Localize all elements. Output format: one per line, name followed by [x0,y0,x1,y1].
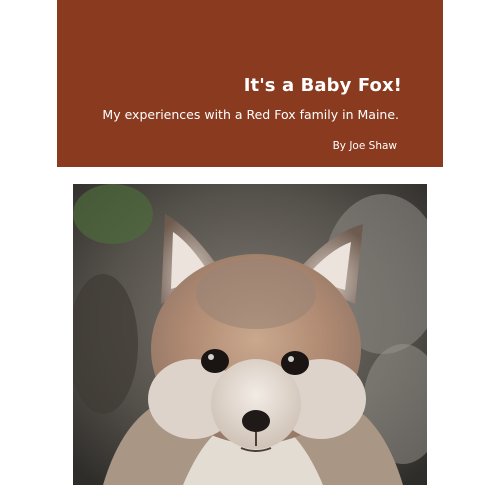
fox-kit-illustration [73,184,427,485]
book-title: It's a Baby Fox! [243,75,402,96]
book-author: By Joe Shaw [332,140,397,152]
title-banner: It's a Baby Fox! My experiences with a R… [57,0,443,167]
book-cover: It's a Baby Fox! My experiences with a R… [57,0,443,500]
book-subtitle: My experiences with a Red Fox family in … [102,107,399,122]
cover-photo [73,184,427,485]
